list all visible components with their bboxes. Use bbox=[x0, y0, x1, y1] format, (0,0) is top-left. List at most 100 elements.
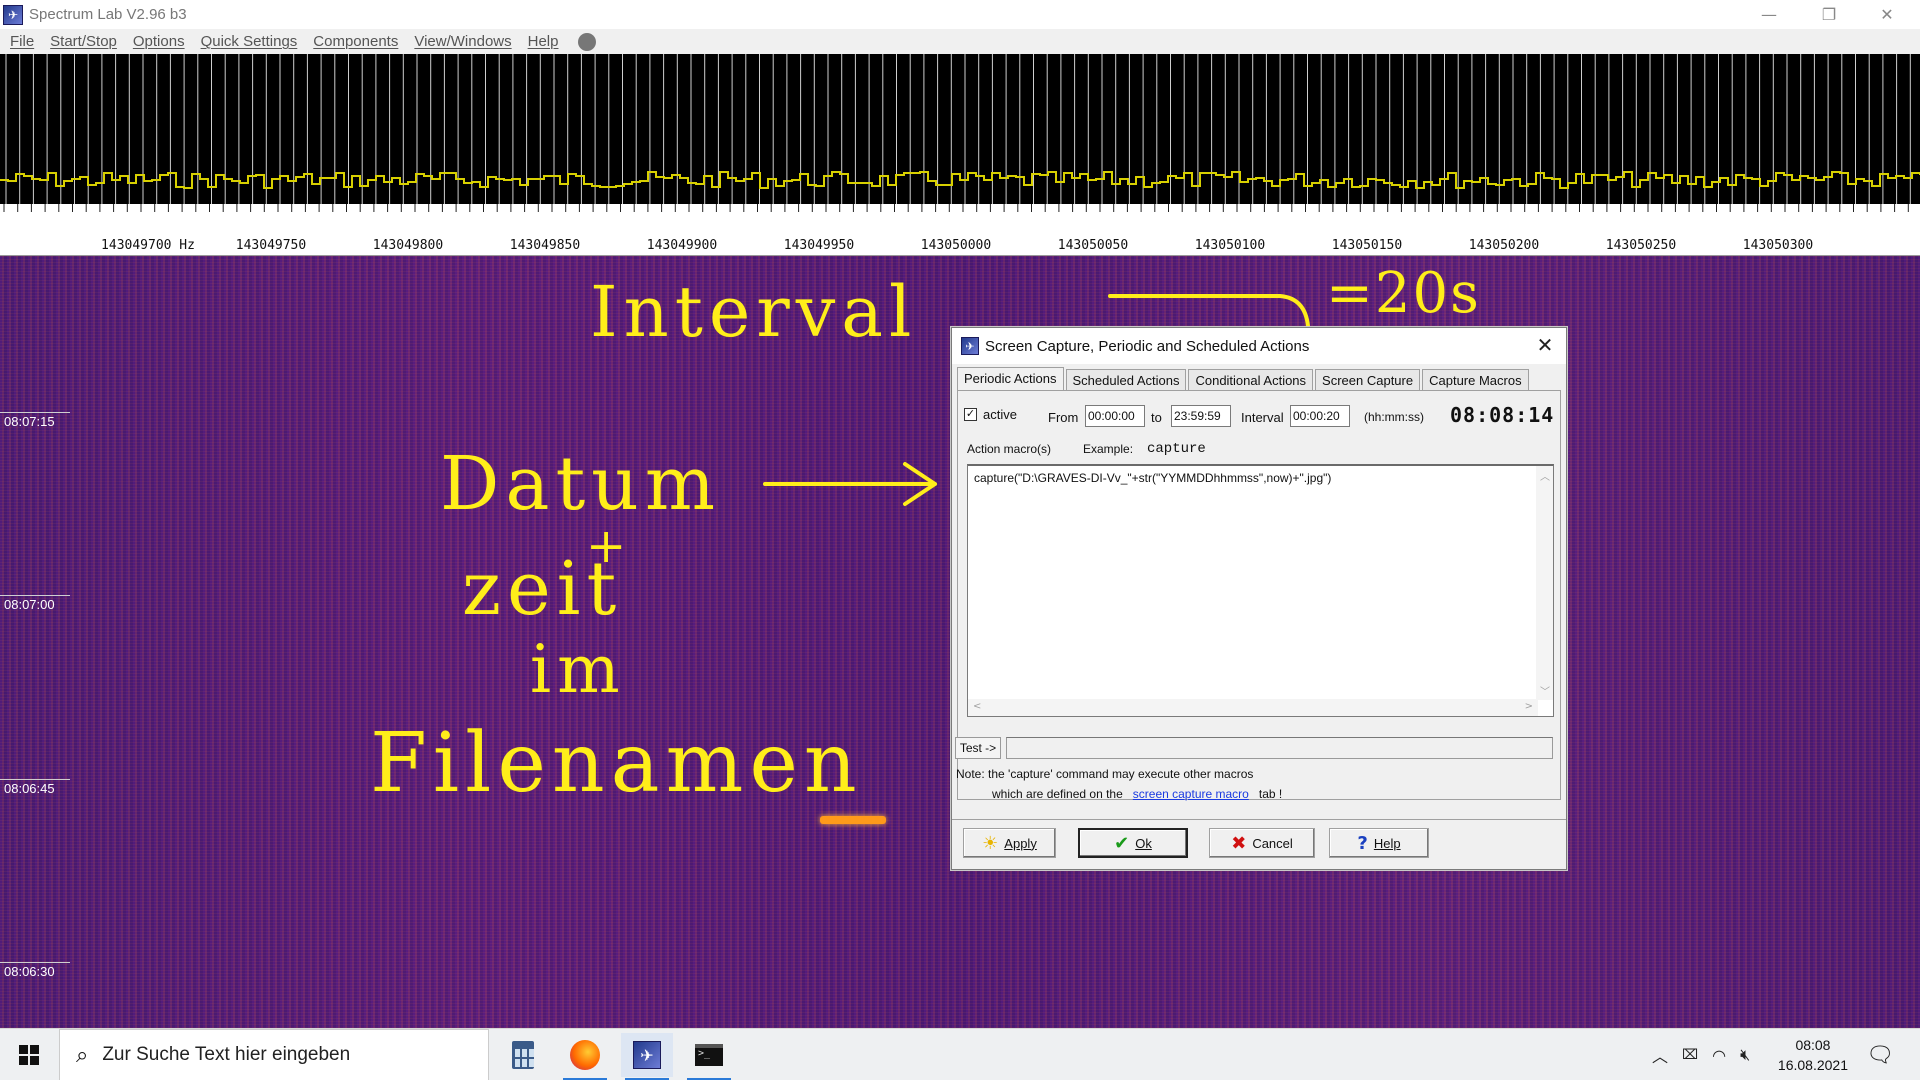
spectrum-display[interactable] bbox=[0, 54, 1920, 204]
cancel-button[interactable]: ✖ Cancel bbox=[1209, 828, 1315, 858]
tab-capture-macros[interactable]: Capture Macros bbox=[1422, 369, 1529, 391]
spectrum-lab-icon: ✈ bbox=[633, 1041, 661, 1069]
ok-button[interactable]: ✔ Ok bbox=[1078, 828, 1188, 858]
frequency-axis: 143049700 Hz 143049750 143049800 143049850 1… bbox=[0, 204, 1920, 256]
cancel-label: Cancel bbox=[1252, 835, 1293, 851]
start-button[interactable] bbox=[0, 1029, 58, 1080]
annotation-datum: Datum bbox=[440, 441, 722, 527]
frequency-label: 143050000 bbox=[920, 238, 992, 253]
tab-scheduled-actions[interactable]: Scheduled Actions bbox=[1065, 369, 1187, 391]
frequency-label: 143050050 bbox=[1057, 238, 1129, 253]
frequency-label: 143050150 bbox=[1331, 238, 1403, 253]
ok-label: Ok bbox=[1135, 835, 1152, 851]
screen-capture-dialog: ✈ Screen Capture, Periodic and Scheduled… bbox=[951, 327, 1567, 870]
time-marker bbox=[0, 412, 70, 413]
annotation-interval: Interval bbox=[590, 271, 918, 353]
taskbar-time: 08:08 bbox=[1795, 1037, 1831, 1053]
apply-button[interactable]: ☀ Apply bbox=[963, 828, 1056, 858]
to-time-input[interactable]: 23:59:59 bbox=[1171, 405, 1231, 427]
from-label: From bbox=[1048, 410, 1079, 425]
tab-periodic-actions[interactable]: Periodic Actions bbox=[957, 367, 1064, 391]
terminal-app-icon[interactable]: >_ bbox=[683, 1033, 735, 1080]
frequency-label: 143050300 bbox=[1742, 238, 1814, 253]
annotation-filenamen: Filenamen bbox=[370, 716, 863, 811]
signal-trace bbox=[820, 816, 886, 824]
frequency-label: 143050100 bbox=[1194, 238, 1266, 253]
status-indicator bbox=[578, 32, 597, 51]
window-title: Spectrum Lab V2.96 b3 bbox=[29, 6, 187, 23]
note-line-2-suffix: tab ! bbox=[1258, 787, 1283, 801]
menu-quick-settings[interactable]: Quick Settings bbox=[201, 33, 298, 50]
menu-start-stop[interactable]: Start/Stop bbox=[50, 33, 117, 50]
macro-vertical-scrollbar[interactable]: ︿ ﹀ bbox=[1536, 466, 1553, 700]
network-disconnected-icon[interactable]: ⌧ bbox=[1682, 1047, 1698, 1063]
system-tray: ︿ ⌧ ◠ 🔇︎ bbox=[1652, 1029, 1750, 1080]
help-button[interactable]: ? Help bbox=[1329, 828, 1429, 858]
frequency-label: 143049900 bbox=[646, 238, 718, 253]
scroll-left-icon[interactable]: < bbox=[973, 701, 981, 712]
frequency-label: 143050250 bbox=[1605, 238, 1677, 253]
apply-label: Apply bbox=[1004, 835, 1037, 851]
screen-capture-macro-link[interactable]: screen capture macro bbox=[1133, 787, 1249, 801]
terminal-icon: >_ bbox=[695, 1044, 723, 1066]
dialog-title-bar: ✈ Screen Capture, Periodic and Scheduled… bbox=[952, 328, 1566, 364]
firefox-app-icon[interactable] bbox=[559, 1033, 611, 1080]
annotation-zeit: zeit bbox=[462, 546, 623, 632]
restore-button[interactable]: ❐ bbox=[1806, 0, 1852, 29]
datum-arrow bbox=[763, 462, 937, 506]
help-label: Help bbox=[1373, 835, 1401, 851]
minimize-button[interactable]: — bbox=[1746, 0, 1792, 29]
annotation-im: im bbox=[530, 631, 626, 708]
dialog-button-row: ☀ Apply ✔ Ok ✖ Cancel ? Help bbox=[952, 819, 1566, 867]
time-format-label: (hh:mm:ss) bbox=[1364, 410, 1424, 424]
tab-conditional-actions[interactable]: Conditional Actions bbox=[1188, 369, 1314, 391]
wifi-icon[interactable]: ◠ bbox=[1712, 1046, 1726, 1065]
calculator-app-icon[interactable] bbox=[497, 1033, 549, 1077]
frequency-ticks bbox=[3, 204, 1909, 212]
interval-input[interactable]: 00:00:20 bbox=[1290, 405, 1350, 427]
current-time-clock: 08:08:14 bbox=[1450, 403, 1555, 427]
firefox-icon bbox=[570, 1040, 600, 1070]
spectrum-lab-app-icon[interactable]: ✈ bbox=[621, 1033, 673, 1080]
menu-view-windows[interactable]: View/Windows bbox=[414, 33, 511, 50]
tray-chevron-up-icon[interactable]: ︿ bbox=[1652, 1043, 1668, 1067]
scroll-down-icon[interactable]: ﹀ bbox=[1540, 683, 1550, 698]
tab-screen-capture[interactable]: Screen Capture bbox=[1315, 369, 1421, 391]
dialog-title: Screen Capture, Periodic and Scheduled A… bbox=[985, 337, 1310, 355]
notification-icon[interactable]: 🗨︎ bbox=[1866, 1029, 1894, 1080]
active-checkbox[interactable]: ✓ bbox=[964, 408, 977, 421]
frequency-label: 143049800 bbox=[372, 238, 444, 253]
menu-file[interactable]: File bbox=[10, 33, 34, 50]
time-label: 08:07:15 bbox=[4, 414, 55, 429]
speaker-muted-icon[interactable]: 🔇︎ bbox=[1740, 1045, 1750, 1065]
macro-text: capture("D:\GRAVES-DI-Vv_"+str("YYMMDDhh… bbox=[974, 471, 1332, 485]
scroll-up-icon[interactable]: ︿ bbox=[1540, 468, 1550, 483]
taskbar-search-box[interactable]: ⌕ Zur Suche Text hier eingeben bbox=[59, 1029, 489, 1080]
note-line-1: Note: the 'capture' command may execute … bbox=[956, 767, 1254, 781]
menu-options[interactable]: Options bbox=[133, 33, 185, 50]
time-marker bbox=[0, 595, 70, 596]
search-icon: ⌕ bbox=[76, 1042, 89, 1068]
dialog-app-icon: ✈ bbox=[961, 337, 979, 355]
dialog-tabs: Periodic Actions Scheduled Actions Condi… bbox=[957, 367, 1531, 391]
menu-help[interactable]: Help bbox=[528, 33, 559, 50]
taskbar-clock[interactable]: 08:08 16.08.2021 bbox=[1778, 1035, 1848, 1075]
to-label: to bbox=[1151, 410, 1162, 425]
menu-components[interactable]: Components bbox=[313, 33, 398, 50]
close-button[interactable]: ✕ bbox=[1864, 0, 1910, 29]
action-macro-editor[interactable]: capture("D:\GRAVES-DI-Vv_"+str("YYMMDDhh… bbox=[967, 464, 1554, 717]
macro-horizontal-scrollbar[interactable]: < > bbox=[968, 699, 1538, 716]
note-line-2-prefix: which are defined on the bbox=[992, 787, 1123, 801]
time-label: 08:06:30 bbox=[4, 964, 55, 979]
menu-bar: File Start/Stop Options Quick Settings C… bbox=[0, 29, 1920, 54]
title-bar: ✈ Spectrum Lab V2.96 b3 — ❐ ✕ bbox=[0, 0, 1920, 29]
from-time-input[interactable]: 00:00:00 bbox=[1085, 405, 1145, 427]
frequency-label: 143050200 bbox=[1468, 238, 1540, 253]
cancel-x-icon: ✖ bbox=[1231, 832, 1247, 854]
dialog-close-button[interactable]: ✕ bbox=[1532, 332, 1558, 358]
test-button[interactable]: Test -> bbox=[955, 737, 1001, 759]
scroll-right-icon[interactable]: > bbox=[1525, 701, 1533, 712]
example-label: Example: bbox=[1083, 442, 1134, 456]
time-marker bbox=[0, 779, 70, 780]
test-result-field[interactable] bbox=[1006, 737, 1553, 759]
